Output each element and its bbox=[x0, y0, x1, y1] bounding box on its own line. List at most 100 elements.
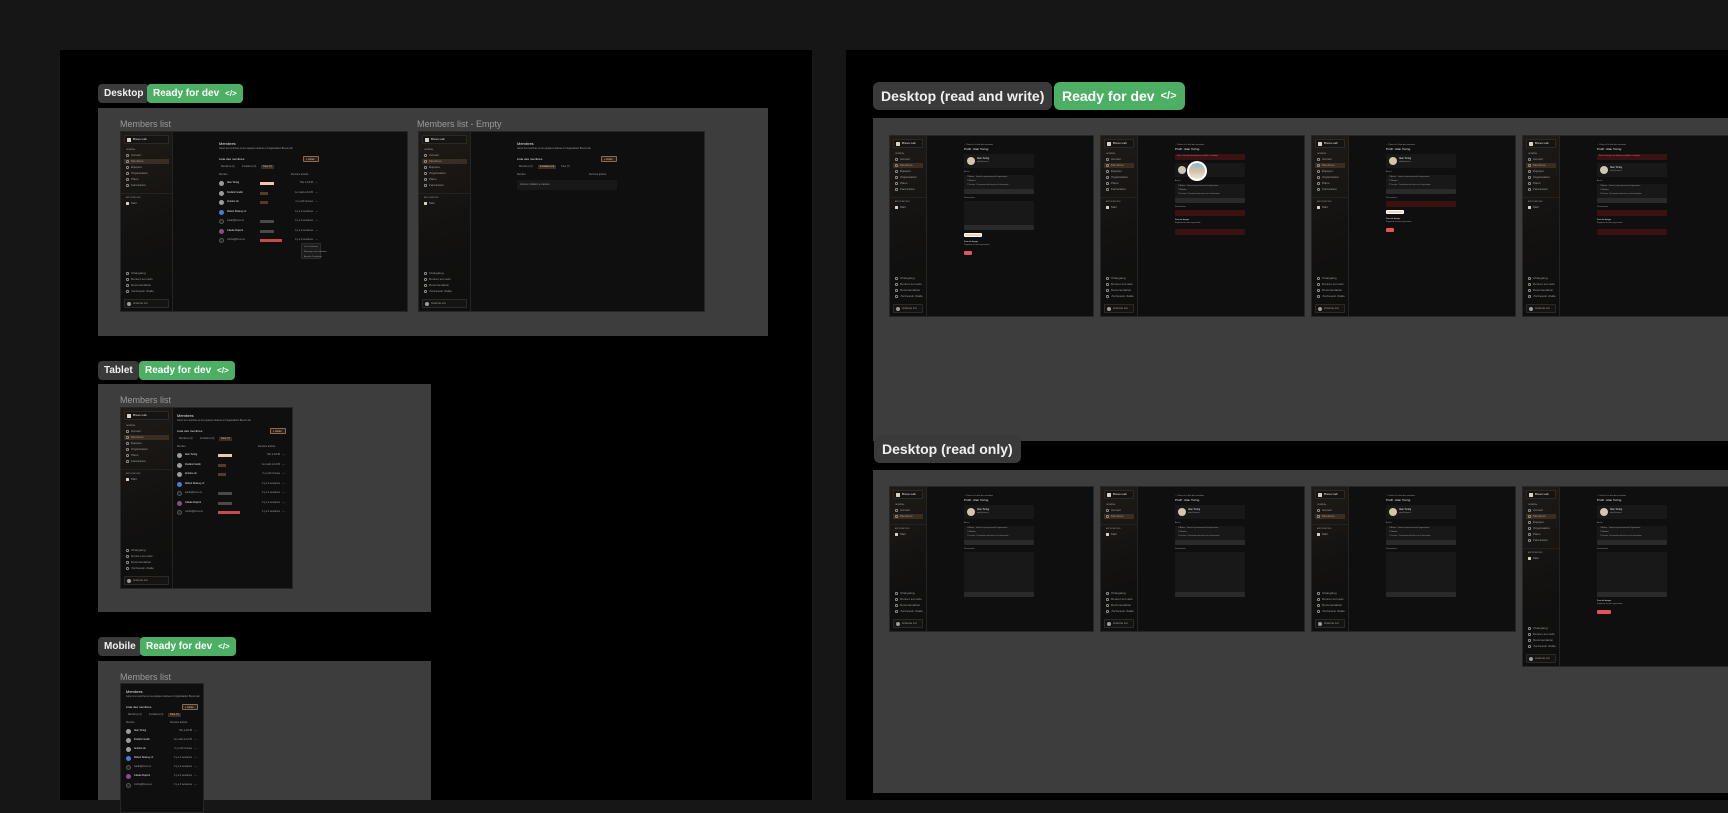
menu-item[interactable]: Renvoyer une invitation bbox=[304, 251, 327, 253]
sidebar-item[interactable]: Accueil bbox=[893, 157, 923, 162]
sidebar-footer-item[interactable]: Documentation bbox=[124, 283, 169, 288]
sidebar-app[interactable]: Mail bbox=[1104, 205, 1134, 210]
back-link[interactable]: ← Retour à la liste des membres bbox=[964, 495, 993, 497]
org-switcher[interactable]: Brevo Lab bbox=[1104, 490, 1134, 499]
invite-button[interactable]: + Inviter bbox=[270, 428, 286, 434]
row-actions-button[interactable]: ⋯ bbox=[282, 491, 285, 494]
sidebar-item[interactable]: Organisation bbox=[1526, 526, 1556, 531]
row-actions-button[interactable]: ⋯ bbox=[282, 472, 285, 475]
status-badge-ready[interactable]: Ready for dev </> bbox=[147, 84, 243, 103]
save-button[interactable] bbox=[964, 233, 982, 237]
sidebar-item[interactable]: Équipes bbox=[1526, 520, 1556, 525]
status-badge-ready[interactable]: Ready for dev </> bbox=[140, 637, 236, 656]
sidebar-item[interactable]: Organisation bbox=[124, 171, 169, 176]
sidebar-footer-item[interactable]: Documentation bbox=[124, 560, 169, 565]
sidebar-item[interactable]: Membres bbox=[124, 435, 169, 440]
sidebar-app[interactable]: Mail bbox=[1104, 532, 1134, 537]
sidebar-item[interactable]: Membres bbox=[1526, 514, 1556, 519]
back-link[interactable]: ← Retour à la liste des membres bbox=[1597, 495, 1626, 497]
org-switcher[interactable]: Brevo Lab bbox=[1526, 490, 1556, 499]
sidebar-footer-item[interactable]: Donner son avis bbox=[1315, 282, 1345, 287]
sidebar-footer-item[interactable]: J'ai besoin d'aide bbox=[422, 289, 467, 294]
row-actions-button[interactable]: ⋯ bbox=[282, 500, 285, 504]
sidebar-app[interactable]: Mail bbox=[1526, 205, 1556, 210]
sidebar-footer-item[interactable]: Documentation bbox=[893, 603, 923, 608]
sidebar-footer-item[interactable]: Changelog bbox=[422, 271, 467, 276]
sidebar-item[interactable]: Équipes bbox=[124, 441, 169, 446]
sidebar-footer-item[interactable]: Documentation bbox=[893, 288, 923, 293]
sidebar-item[interactable]: Accueil bbox=[1315, 508, 1345, 513]
sidebar-footer-item[interactable]: Donner son avis bbox=[1315, 597, 1345, 602]
sidebar-item[interactable]: Facturation bbox=[124, 459, 169, 464]
frame-profile-ro-3[interactable]: Brevo Lab GÉNÉRAL Accueil Membres APPLICATIO… bbox=[1311, 486, 1516, 632]
access-option[interactable]: ☐ Membre bbox=[967, 180, 976, 183]
user-switcher[interactable]: Antoine Lin bbox=[124, 299, 169, 308]
sidebar-item[interactable]: Organisation bbox=[124, 447, 169, 452]
invite-button[interactable]: + Inviter bbox=[601, 156, 617, 162]
sidebar-item[interactable]: Facturation bbox=[1526, 538, 1556, 543]
sidebar-footer-item[interactable]: Donner son avis bbox=[1104, 282, 1134, 287]
sidebar-footer-item[interactable]: J'ai besoin d'aide bbox=[1526, 294, 1556, 299]
sidebar-item[interactable]: Accueil bbox=[1526, 508, 1556, 513]
sidebar-footer-item[interactable]: J'ai besoin d'aide bbox=[1315, 294, 1345, 299]
sidebar-item[interactable]: Facturation bbox=[893, 187, 923, 192]
delete-button[interactable] bbox=[1597, 610, 1611, 614]
access-option[interactable]: ☐ Admin : Toutes les permissions de l'or… bbox=[967, 176, 1007, 179]
sidebar-footer-item[interactable]: Documentation bbox=[1526, 638, 1556, 643]
access-option[interactable]: ☐ Membre bbox=[1178, 531, 1187, 534]
org-switcher[interactable]: Brevo Lab bbox=[422, 135, 467, 144]
sidebar-footer-item[interactable]: Changelog bbox=[1315, 276, 1345, 281]
sidebar-app[interactable]: Mail bbox=[893, 205, 923, 210]
sidebar-app[interactable]: Mail bbox=[124, 477, 169, 482]
tab[interactable]: Invitations (3) bbox=[198, 437, 216, 441]
tab[interactable]: Tous (7) bbox=[559, 165, 572, 169]
access-option[interactable]: ☐ Membre bbox=[1389, 180, 1398, 183]
frame-profile-ro-1[interactable]: Brevo Lab GÉNÉRAL Accueil Membres APPLICATIO… bbox=[889, 486, 1094, 632]
back-link[interactable]: ← Retour à la liste des membres bbox=[1597, 144, 1626, 146]
user-switcher[interactable]: Antoine Lin bbox=[1315, 304, 1345, 313]
sidebar-item[interactable]: Facturation bbox=[124, 183, 169, 188]
org-switcher[interactable]: Brevo Lab bbox=[1315, 139, 1345, 148]
sidebar-footer-item[interactable]: Changelog bbox=[1104, 591, 1134, 596]
sidebar-item[interactable]: Facturation bbox=[422, 183, 467, 188]
back-link[interactable]: ← Retour à la liste des membres bbox=[1386, 144, 1415, 146]
sidebar-item[interactable]: Membres bbox=[1315, 514, 1345, 519]
sidebar-item[interactable]: Accueil bbox=[1526, 157, 1556, 162]
tab[interactable]: Tous (7) bbox=[261, 165, 274, 170]
sidebar-item[interactable]: Membres bbox=[1104, 514, 1134, 519]
access-option[interactable]: ☐ Membre bbox=[1600, 189, 1609, 192]
access-option[interactable]: ☐ Admin : Toutes les permissions de l'or… bbox=[1389, 527, 1429, 530]
org-switcher[interactable]: Brevo Lab bbox=[1526, 139, 1556, 148]
sidebar-item[interactable]: Membres bbox=[422, 159, 467, 164]
sidebar-footer-item[interactable]: Changelog bbox=[124, 271, 169, 276]
sidebar-item[interactable]: Organisation bbox=[1104, 175, 1134, 180]
row-actions-button[interactable]: ⋯ bbox=[194, 756, 197, 759]
frame-members-list-tablet[interactable]: Brevo Lab GÉNÉRAL Accueil Membres Équipes Org… bbox=[120, 407, 293, 589]
sidebar-footer-item[interactable]: Donner son avis bbox=[124, 554, 169, 559]
access-option[interactable]: ☐ Lecture : Permissions de lecture sur l… bbox=[1178, 193, 1220, 196]
sidebar-footer-item[interactable]: J'ai besoin d'aide bbox=[1315, 609, 1345, 614]
sidebar-footer-item[interactable]: Documentation bbox=[422, 283, 467, 288]
sidebar-app[interactable]: Mail bbox=[1315, 532, 1345, 537]
access-option[interactable]: ☐ Lecture : Permissions de lecture sur l… bbox=[967, 535, 1009, 538]
status-badge-ready[interactable]: Ready for dev </> bbox=[139, 361, 235, 380]
sidebar-item[interactable]: Équipes bbox=[1526, 169, 1556, 174]
sidebar-item[interactable]: Plans bbox=[893, 181, 923, 186]
sidebar-item[interactable]: Membres bbox=[1104, 163, 1134, 168]
avatar-upload-preview[interactable] bbox=[1187, 161, 1207, 181]
sidebar-item[interactable]: Équipes bbox=[893, 169, 923, 174]
row-actions-button[interactable]: ⋯ bbox=[315, 228, 318, 232]
frame-profile-rw-4[interactable]: Brevo Lab GÉNÉRAL Accueil Membres Équipes Org… bbox=[1522, 135, 1728, 317]
user-switcher[interactable]: Antoine Lin bbox=[422, 299, 467, 308]
row-actions-button[interactable]: ⋯ bbox=[194, 729, 197, 732]
sidebar-footer-item[interactable]: Documentation bbox=[1315, 603, 1345, 608]
sidebar-footer-item[interactable]: Changelog bbox=[893, 276, 923, 281]
sidebar-item[interactable]: Équipes bbox=[1104, 169, 1134, 174]
sidebar-item[interactable]: Équipes bbox=[1315, 169, 1345, 174]
sidebar-item[interactable]: Plans bbox=[124, 453, 169, 458]
sidebar-footer-item[interactable]: Documentation bbox=[1315, 288, 1345, 293]
sidebar-footer-item[interactable]: Donner son avis bbox=[893, 282, 923, 287]
org-switcher[interactable]: Brevo Lab bbox=[124, 411, 169, 420]
frame-members-list-empty[interactable]: Brevo Lab GÉNÉRAL Accueil Membres Équipes Org… bbox=[418, 131, 705, 312]
tab[interactable]: Membres (4) bbox=[177, 437, 195, 441]
